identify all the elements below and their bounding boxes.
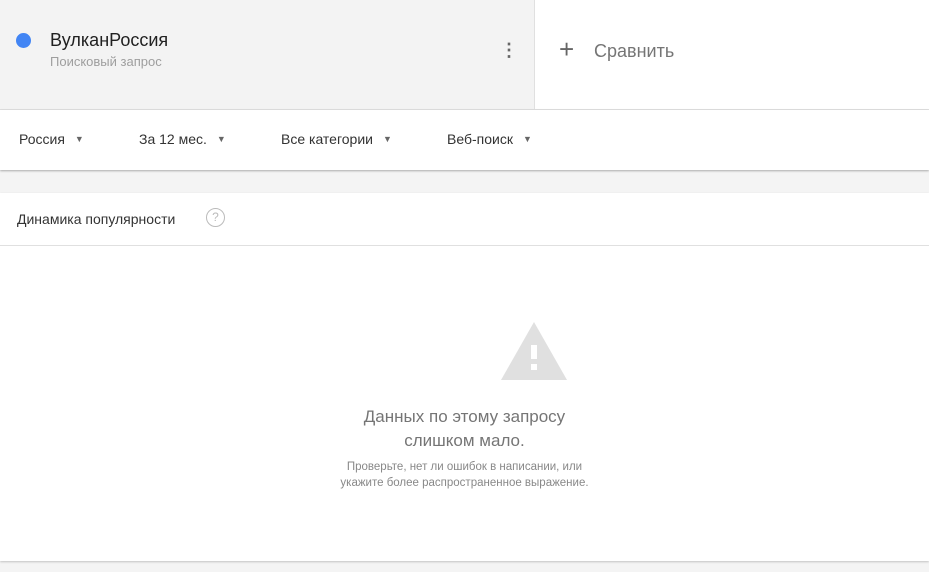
card-title: Динамика популярности	[17, 211, 176, 227]
no-data-hint: Проверьте, нет ли ошибок в написании, ил…	[340, 461, 589, 489]
compare-button[interactable]: + Сравнить	[535, 0, 929, 110]
caret-down-icon: ▼	[74, 134, 84, 144]
category-dropdown[interactable]: Все категории ▼	[281, 131, 392, 147]
dropdown-label: Все категории	[281, 131, 373, 147]
term-name[interactable]: ВулканРоссия	[50, 30, 168, 51]
interest-over-time-card: Динамика популярности ? Данных по этому …	[0, 193, 929, 561]
plus-icon: +	[559, 34, 575, 64]
caret-down-icon: ▼	[216, 134, 226, 144]
region-dropdown[interactable]: Россия ▼	[19, 131, 84, 147]
no-data-message: Данных по этому запросу слишком мало.	[363, 407, 566, 450]
term-color-dot	[16, 33, 31, 48]
divider	[0, 245, 929, 246]
time-range-dropdown[interactable]: За 12 мес. ▼	[139, 131, 226, 147]
dropdown-label: Россия	[19, 131, 65, 147]
filter-bar: Россия ▼ За 12 мес. ▼ Все категории ▼ Веб-п…	[0, 110, 929, 170]
search-term-panel: ВулканРоссия Поисковый запрос ⋮	[0, 0, 535, 110]
compare-label: Сравнить	[594, 41, 675, 61]
search-type-dropdown[interactable]: Веб-поиск ▼	[447, 131, 532, 147]
help-icon[interactable]: ?	[206, 208, 225, 227]
dropdown-label: За 12 мес.	[139, 131, 207, 147]
caret-down-icon: ▼	[522, 134, 532, 144]
dropdown-label: Веб-поиск	[447, 131, 513, 147]
more-vert-icon[interactable]: ⋮	[500, 38, 518, 62]
caret-down-icon: ▼	[382, 134, 392, 144]
term-type: Поисковый запрос	[50, 54, 162, 69]
warning-icon	[501, 322, 567, 380]
